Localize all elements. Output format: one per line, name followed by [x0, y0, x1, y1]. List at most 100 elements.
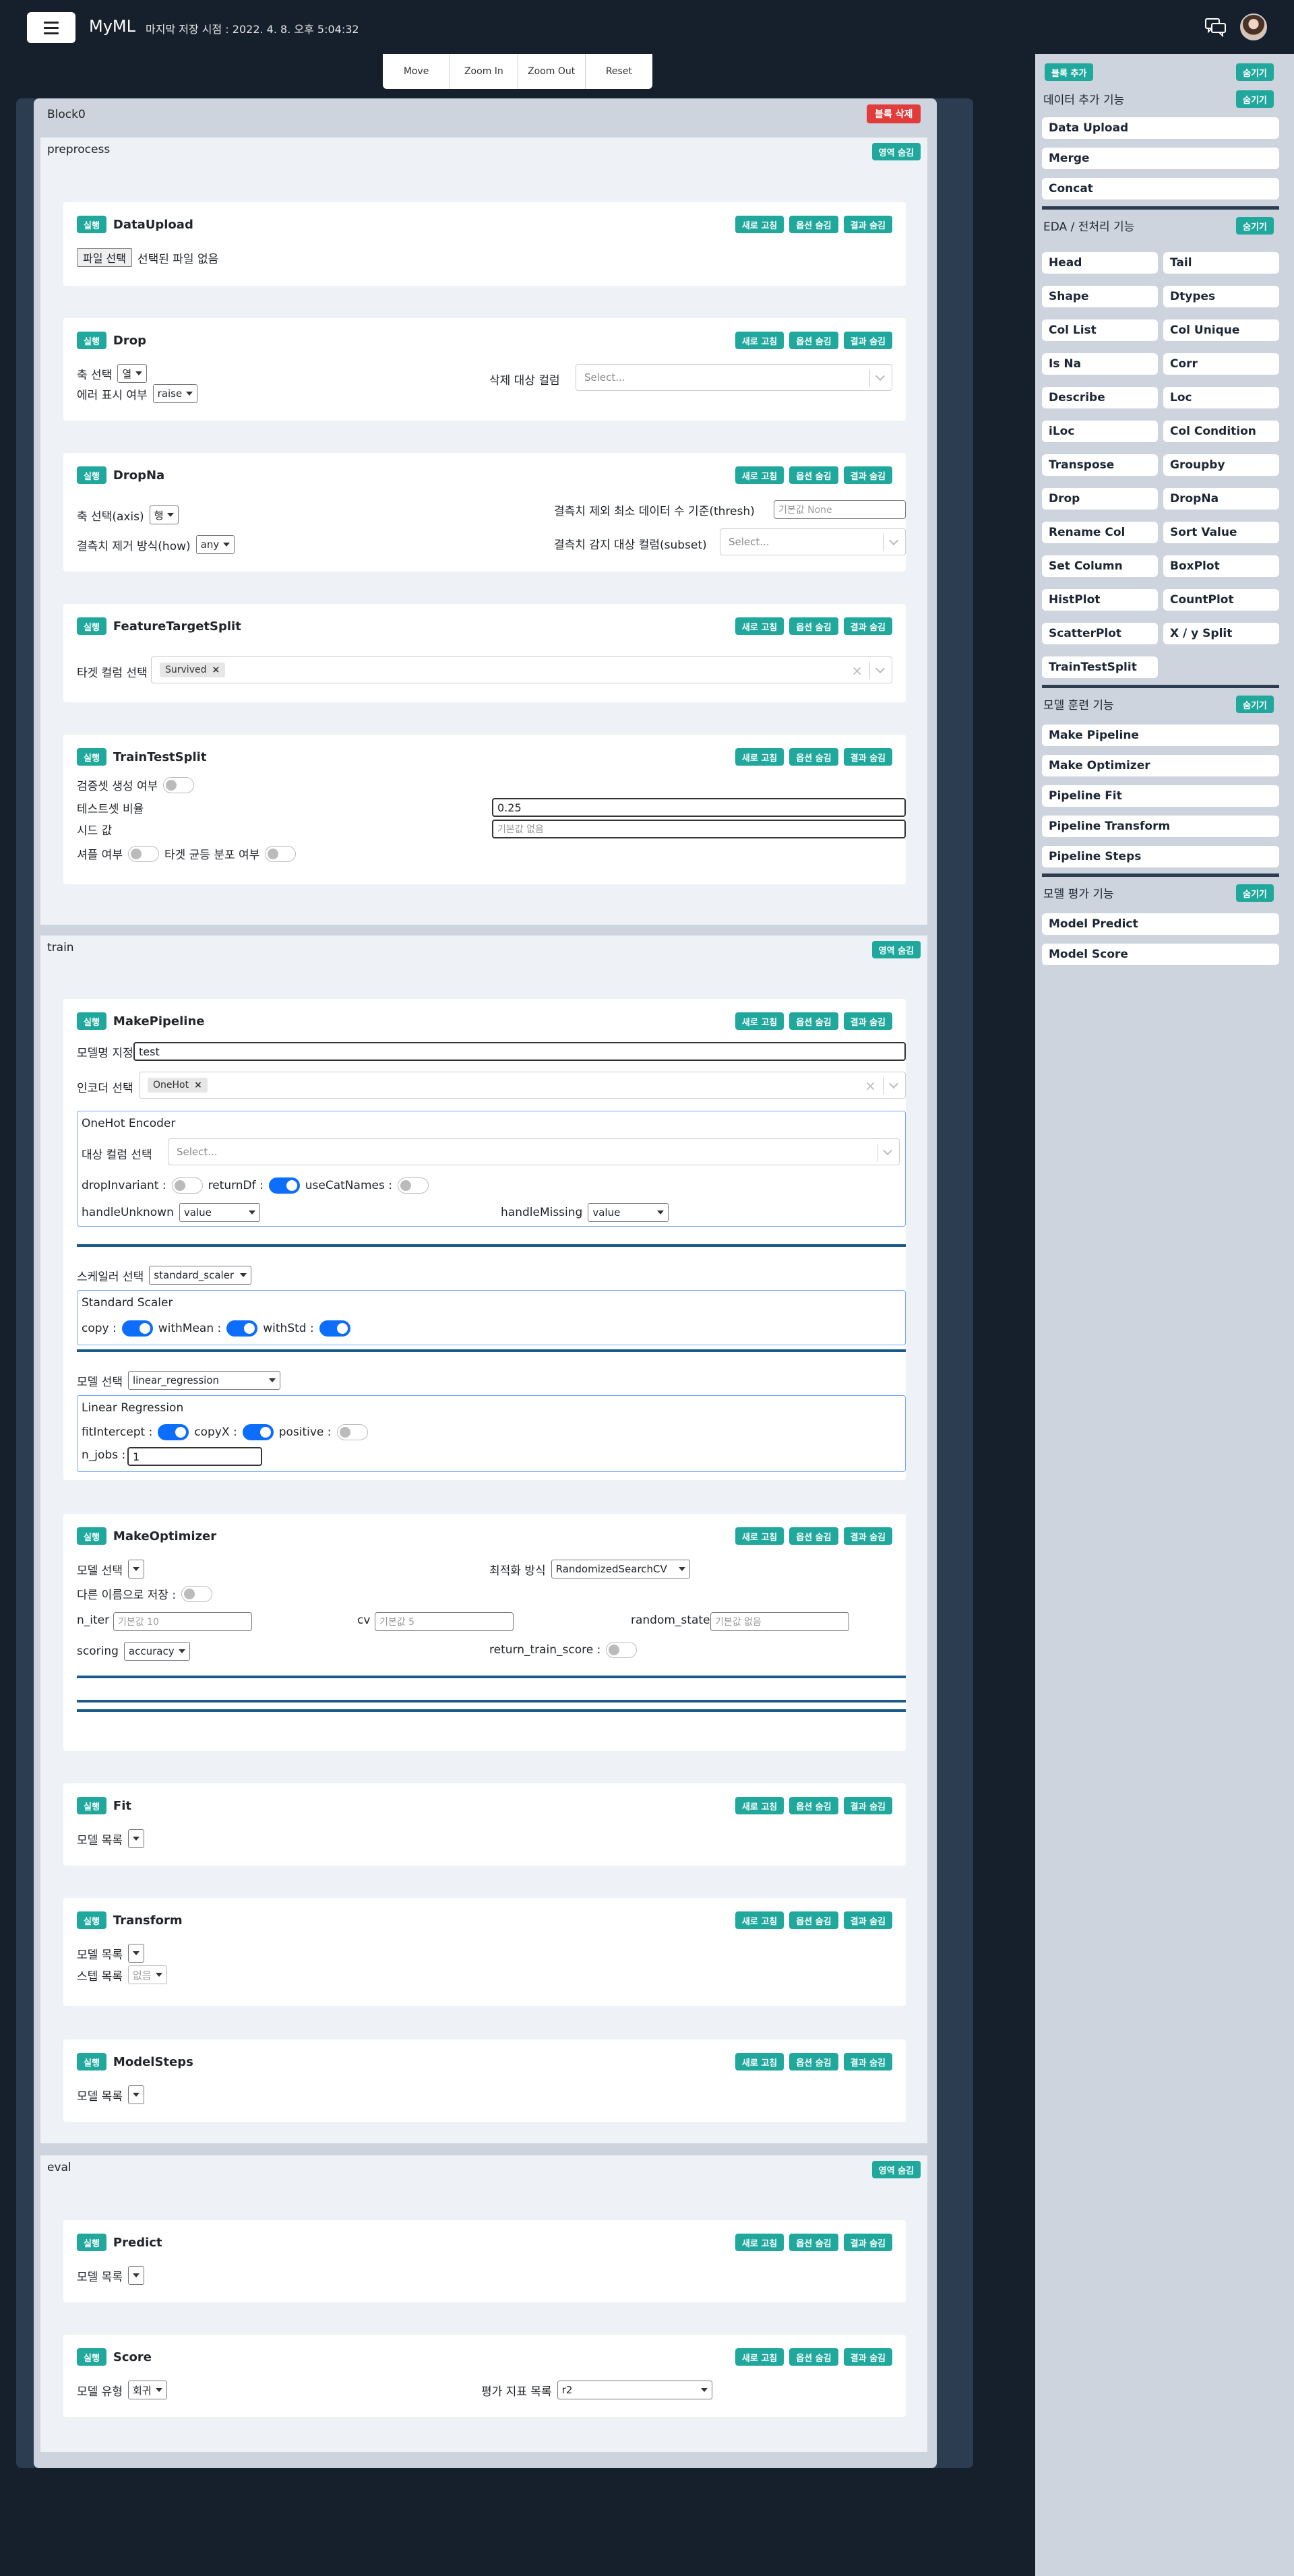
sidebar-item-shape[interactable]: Shape	[1042, 286, 1158, 307]
sidebar-item-describe[interactable]: Describe	[1042, 387, 1158, 408]
hide-result-button[interactable]: 결과 숨김	[843, 332, 892, 349]
run-button[interactable]: 실행	[77, 1012, 106, 1030]
return-train-toggle[interactable]	[606, 1642, 638, 1658]
model-list-select[interactable]	[127, 2266, 144, 2285]
refresh-button[interactable]: 새로 고침	[735, 617, 784, 635]
sidebar-item-rename-col[interactable]: Rename Col	[1042, 522, 1158, 543]
hide-eda-button[interactable]: 숨기기	[1236, 217, 1274, 235]
sidebar-item-pipeline-fit[interactable]: Pipeline Fit	[1042, 785, 1279, 807]
sidebar-item-pipeline-transform[interactable]: Pipeline Transform	[1042, 816, 1279, 837]
run-button[interactable]: 실행	[77, 1797, 106, 1814]
stratify-toggle[interactable]	[265, 845, 297, 862]
hide-options-button[interactable]: 옵션 숨김	[789, 216, 838, 233]
copy-toggle[interactable]	[121, 1320, 153, 1337]
hide-result-button[interactable]: 결과 숨김	[843, 1012, 892, 1030]
step-list-select[interactable]: 없음	[127, 1965, 167, 1984]
sidebar-item-make-pipeline[interactable]: Make Pipeline	[1042, 725, 1279, 746]
refresh-button[interactable]: 새로 고침	[735, 748, 784, 766]
run-button[interactable]: 실행	[77, 1911, 106, 1929]
sidebar-item-drop[interactable]: Drop	[1042, 488, 1158, 510]
refresh-button[interactable]: 새로 고침	[735, 466, 784, 484]
hide-result-button[interactable]: 결과 숨김	[843, 216, 892, 233]
sidebar-item-model-predict[interactable]: Model Predict	[1042, 913, 1279, 935]
hide-sidebar-button[interactable]: 숨기기	[1236, 63, 1274, 81]
sidebar-item-data-upload[interactable]: Data Upload	[1042, 117, 1279, 139]
hide-result-button[interactable]: 결과 숨김	[843, 617, 892, 635]
target-col-select[interactable]: Survived × ×	[151, 656, 892, 683]
sidebar-item-is-na[interactable]: Is Na	[1042, 353, 1158, 375]
target-cols-select[interactable]: Select...	[168, 1138, 900, 1165]
hide-options-button[interactable]: 옵션 숨김	[789, 2053, 838, 2071]
sidebar-item-traintestsplit[interactable]: TrainTestSplit	[1042, 656, 1158, 678]
shuffle-toggle[interactable]	[127, 845, 159, 862]
sidebar-item-col-list[interactable]: Col List	[1042, 319, 1158, 341]
copy-x-toggle[interactable]	[242, 1424, 274, 1440]
hide-eval-button[interactable]: 숨기기	[1236, 884, 1274, 902]
scoring-select[interactable]: accuracy	[123, 1642, 190, 1661]
remove-chip-icon[interactable]: ×	[194, 1080, 202, 1091]
handle-missing-select[interactable]: value	[588, 1203, 669, 1222]
sidebar-item-dtypes[interactable]: Dtypes	[1163, 286, 1279, 307]
hide-options-button[interactable]: 옵션 숨김	[789, 617, 838, 635]
refresh-button[interactable]: 새로 고침	[735, 216, 784, 233]
hide-options-button[interactable]: 옵션 숨김	[789, 1797, 838, 1814]
sidebar-item-dropna[interactable]: DropNa	[1163, 488, 1279, 510]
refresh-button[interactable]: 새로 고침	[735, 1911, 784, 1929]
hide-options-button[interactable]: 옵션 숨김	[789, 1012, 838, 1030]
hide-options-button[interactable]: 옵션 숨김	[789, 332, 838, 349]
add-block-button[interactable]: 블록 추가	[1045, 63, 1094, 81]
sidebar-item-boxplot[interactable]: BoxPlot	[1163, 555, 1279, 577]
hide-data-add-button[interactable]: 숨기기	[1236, 90, 1274, 108]
delete-block-button[interactable]: 블록 삭제	[867, 104, 921, 123]
n-iter-input[interactable]: 기본값 10	[113, 1612, 252, 1631]
sidebar-item-groupby[interactable]: Groupby	[1163, 454, 1279, 476]
move-button[interactable]: Move	[383, 54, 451, 89]
clear-icon[interactable]: ×	[851, 664, 863, 677]
sidebar-item-merge[interactable]: Merge	[1042, 148, 1279, 169]
test-ratio-input[interactable]: 0.25	[492, 798, 906, 817]
chat-icon[interactable]	[1204, 15, 1228, 39]
hide-options-button[interactable]: 옵션 숨김	[789, 748, 838, 766]
axis-select[interactable]: 행	[149, 505, 179, 524]
fit-intercept-toggle[interactable]	[158, 1424, 189, 1440]
use-cat-names-toggle[interactable]	[397, 1177, 429, 1194]
encoder-select[interactable]: OneHot × ×	[139, 1072, 906, 1099]
sidebar-item-col-unique[interactable]: Col Unique	[1163, 319, 1279, 341]
positive-toggle[interactable]	[336, 1424, 368, 1440]
subset-select[interactable]: Select...	[720, 528, 906, 555]
drop-invariant-toggle[interactable]	[171, 1177, 203, 1194]
zoom-in-button[interactable]: Zoom In	[450, 54, 518, 89]
sidebar-item-iloc[interactable]: iLoc	[1042, 421, 1158, 442]
hide-result-button[interactable]: 결과 숨김	[843, 1911, 892, 1929]
sidebar-item-head[interactable]: Head	[1042, 252, 1158, 274]
zoom-out-button[interactable]: Zoom Out	[518, 54, 586, 89]
sidebar-item-scatterplot[interactable]: ScatterPlot	[1042, 623, 1158, 644]
axis-select[interactable]: 열	[117, 364, 148, 383]
hide-result-button[interactable]: 결과 숨김	[843, 2348, 892, 2366]
with-mean-toggle[interactable]	[226, 1320, 258, 1337]
random-state-input[interactable]: 기본값 없음	[710, 1612, 849, 1631]
sidebar-item-x-y-split[interactable]: X / y Split	[1163, 623, 1279, 644]
hide-result-button[interactable]: 결과 숨김	[843, 2053, 892, 2071]
hide-options-button[interactable]: 옵션 숨김	[789, 2234, 838, 2251]
sidebar-item-transpose[interactable]: Transpose	[1042, 454, 1158, 476]
hide-result-button[interactable]: 결과 숨김	[843, 748, 892, 766]
sidebar-item-pipeline-steps[interactable]: Pipeline Steps	[1042, 846, 1279, 867]
seed-input[interactable]: 기본값 없음	[492, 820, 906, 838]
validation-toggle[interactable]	[163, 776, 195, 793]
sidebar-item-model-score[interactable]: Model Score	[1042, 944, 1279, 965]
method-select[interactable]: RandomizedSearchCV	[551, 1560, 690, 1578]
run-button[interactable]: 실행	[77, 466, 106, 484]
refresh-button[interactable]: 새로 고침	[735, 2234, 784, 2251]
run-button[interactable]: 실행	[77, 617, 106, 635]
cv-input[interactable]: 기본값 5	[375, 1612, 514, 1631]
run-button[interactable]: 실행	[77, 1527, 106, 1545]
sidebar-item-concat[interactable]: Concat	[1042, 178, 1279, 200]
save-as-toggle[interactable]	[181, 1585, 213, 1602]
hide-area-button[interactable]: 영역 숨김	[871, 143, 921, 160]
reset-button[interactable]: Reset	[586, 54, 652, 89]
refresh-button[interactable]: 새로 고침	[735, 332, 784, 349]
menu-icon[interactable]	[27, 12, 75, 43]
return-df-toggle[interactable]	[268, 1177, 300, 1194]
model-select[interactable]: linear_regression	[127, 1371, 280, 1390]
